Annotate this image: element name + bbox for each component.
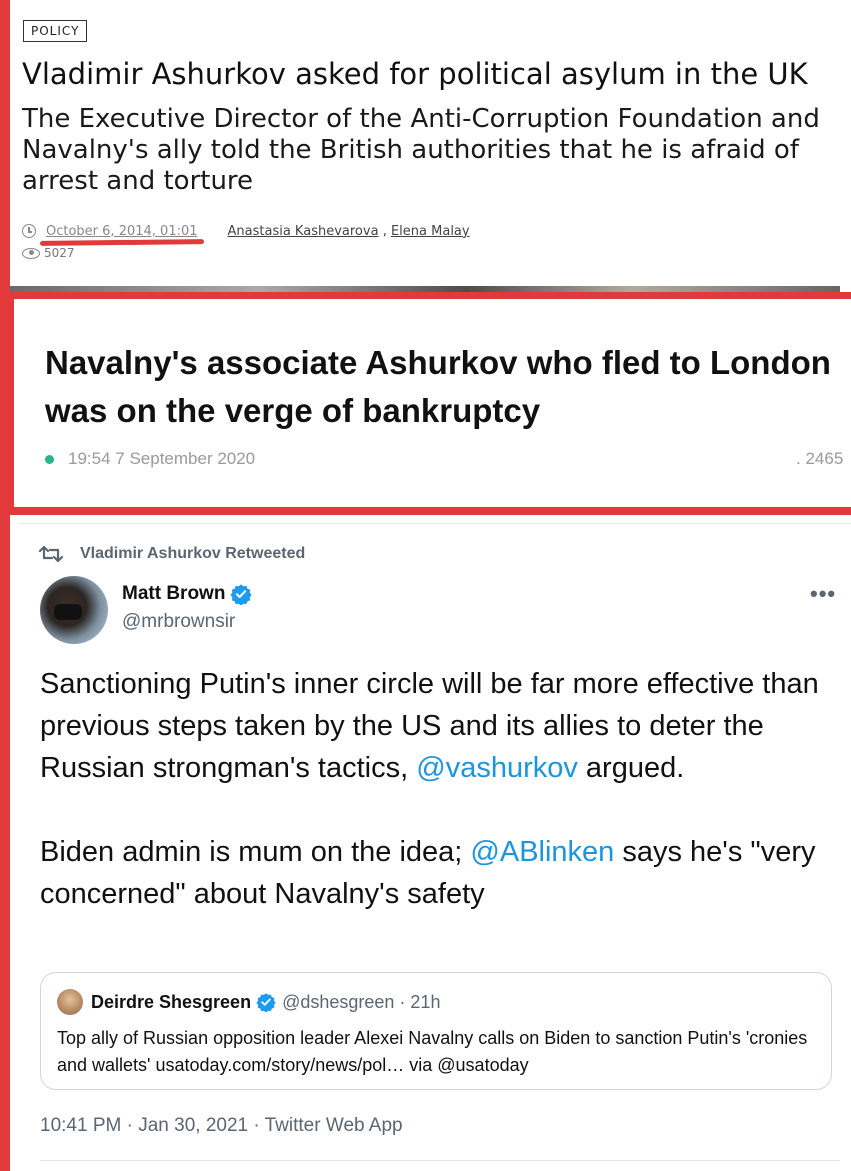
status-dot-icon (45, 454, 54, 464)
clock-icon (22, 224, 36, 238)
tweet-text: Sanctioning Putin's inner circle will be… (40, 663, 830, 915)
quoted-tweet[interactable]: Deirdre Shesgreen @dshesgreen · 21h Top … (40, 972, 832, 1090)
red-underline-annotation (39, 238, 204, 246)
publish-time: 19:54 7 September 2020 (68, 449, 256, 468)
red-divider-1 (0, 292, 851, 299)
tweet: Vladimir Ashurkov Retweeted Matt Brown @… (10, 515, 851, 1171)
tweet-text-part: Biden admin is mum on the idea; (40, 836, 471, 868)
article-meta: 19:54 7 September 2020 (45, 449, 255, 469)
verified-icon (230, 584, 253, 605)
quoted-tweet-text: Top ally of Russian opposition leader Al… (57, 1028, 808, 1075)
retweet-icon (38, 545, 64, 563)
author-name-row[interactable]: Matt Brown (122, 583, 253, 605)
article-title: Vladimir Ashurkov asked for political as… (22, 57, 808, 91)
author-name: Matt Brown (122, 583, 226, 604)
red-divider-2 (0, 507, 851, 515)
view-count: . 2465 (796, 449, 843, 469)
article-meta: October 6, 2014, 01:01 Anastasia Kasheva… (22, 220, 470, 246)
eye-icon (22, 247, 40, 259)
author-link-2[interactable]: Elena Malay (391, 224, 470, 239)
quoted-author-name: Deirdre Shesgreen (91, 991, 252, 1012)
retweet-label: Vladimir Ashurkov Retweeted (80, 545, 306, 562)
authors: Anastasia Kashevarova , Elena Malay (228, 224, 470, 239)
article-headline[interactable]: Navalny's associate Ashurkov who fled to… (45, 339, 835, 435)
author-link-1[interactable]: Anastasia Kashevarova (228, 224, 379, 239)
view-count-value: 5027 (44, 246, 75, 260)
red-frame-left (0, 0, 10, 1171)
author-handle[interactable]: @mrbrownsir (122, 611, 235, 633)
category-tag[interactable]: POLICY (23, 20, 88, 42)
divider (40, 1160, 840, 1161)
article-image-strip (10, 286, 840, 292)
view-count-value: 2465 (805, 449, 844, 468)
publish-date: October 6, 2014, 01:01 (39, 223, 204, 246)
tweet-timestamp[interactable]: 10:41 PM · Jan 30, 2021 · Twitter Web Ap… (40, 1115, 403, 1137)
quoted-author-handle: @dshesgreen · 21h (282, 991, 441, 1012)
verified-icon (256, 993, 276, 1012)
mention-link[interactable]: @ABlinken (470, 836, 614, 868)
view-count: 5027 (22, 246, 75, 260)
article-bankruptcy: Navalny's associate Ashurkov who fled to… (14, 299, 851, 507)
article-subtitle: The Executive Director of the Anti-Corru… (22, 104, 820, 196)
mention-link[interactable]: @vashurkov (416, 752, 578, 784)
more-icon[interactable]: ••• (810, 581, 836, 607)
author-separator: , (382, 223, 387, 239)
tweet-text-part: argued. (577, 752, 685, 784)
avatar (57, 989, 83, 1015)
publish-date-text: October 6, 2014, 01:01 (46, 223, 198, 239)
retweet-context[interactable]: Vladimir Ashurkov Retweeted (38, 545, 305, 563)
quoted-author-row: Deirdre Shesgreen @dshesgreen · 21h (57, 989, 440, 1015)
divider (20, 523, 851, 524)
avatar[interactable] (40, 576, 108, 644)
article-asylum: POLICY Vladimir Ashurkov asked for polit… (10, 0, 851, 292)
